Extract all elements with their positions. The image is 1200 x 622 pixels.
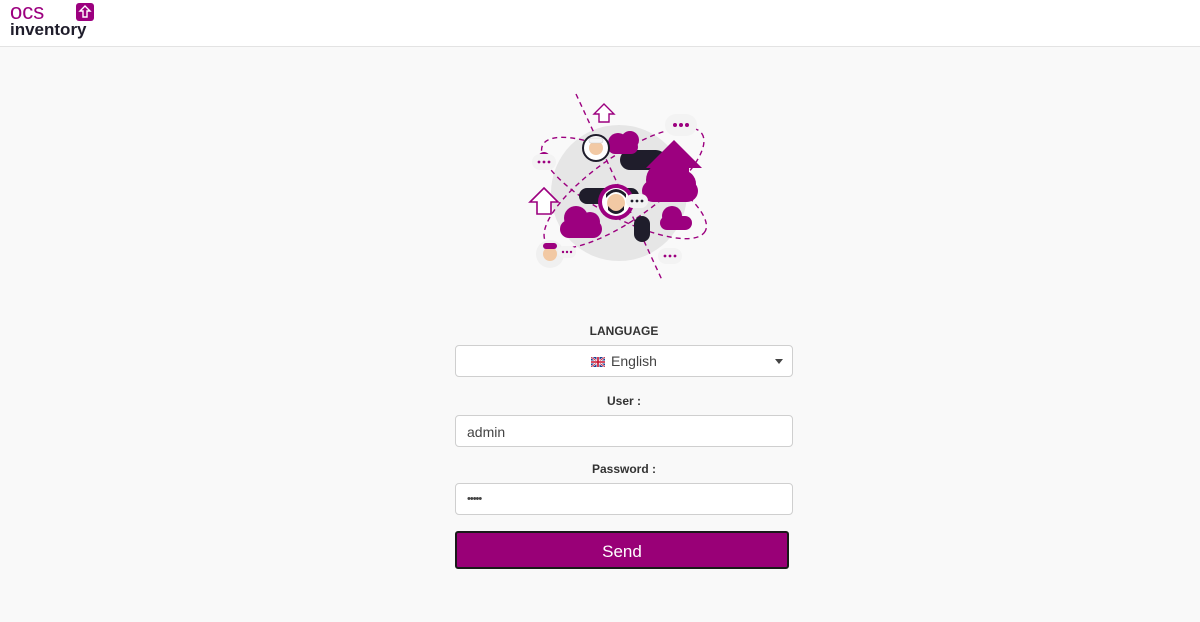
- user-input[interactable]: admin: [455, 415, 793, 447]
- send-button[interactable]: Send: [455, 531, 789, 569]
- password-input[interactable]: •••••: [455, 483, 793, 515]
- dark-pill-3: [634, 216, 650, 242]
- uk-flag-icon: [590, 354, 606, 370]
- language-label: LANGUAGE: [589, 324, 659, 338]
- top-bar: ocs inventory: [0, 0, 1200, 47]
- arrow-up-outline-icon: [592, 103, 616, 123]
- password-label: Password :: [591, 462, 657, 476]
- user-label: User :: [606, 394, 641, 408]
- logo-upload-icon: [76, 3, 94, 21]
- chevron-down-icon: [775, 359, 783, 364]
- speech-bubble-avatar: [626, 194, 648, 208]
- speech-bubble-left: [532, 154, 556, 170]
- ocs-inventory-logo[interactable]: ocs inventory: [8, 0, 104, 42]
- speech-bubble-top-right: [665, 114, 697, 136]
- user-input-value: admin: [467, 424, 506, 440]
- login-illustration: [528, 93, 708, 281]
- avatar-top: [582, 134, 610, 162]
- password-input-value: •••••: [467, 493, 482, 505]
- language-selected-value: English: [611, 353, 657, 369]
- speech-bubble-small: [558, 246, 576, 258]
- speech-bubble-bottom: [658, 248, 682, 264]
- language-select[interactable]: English: [455, 345, 793, 377]
- logo-inventory-text: inventory: [10, 20, 87, 39]
